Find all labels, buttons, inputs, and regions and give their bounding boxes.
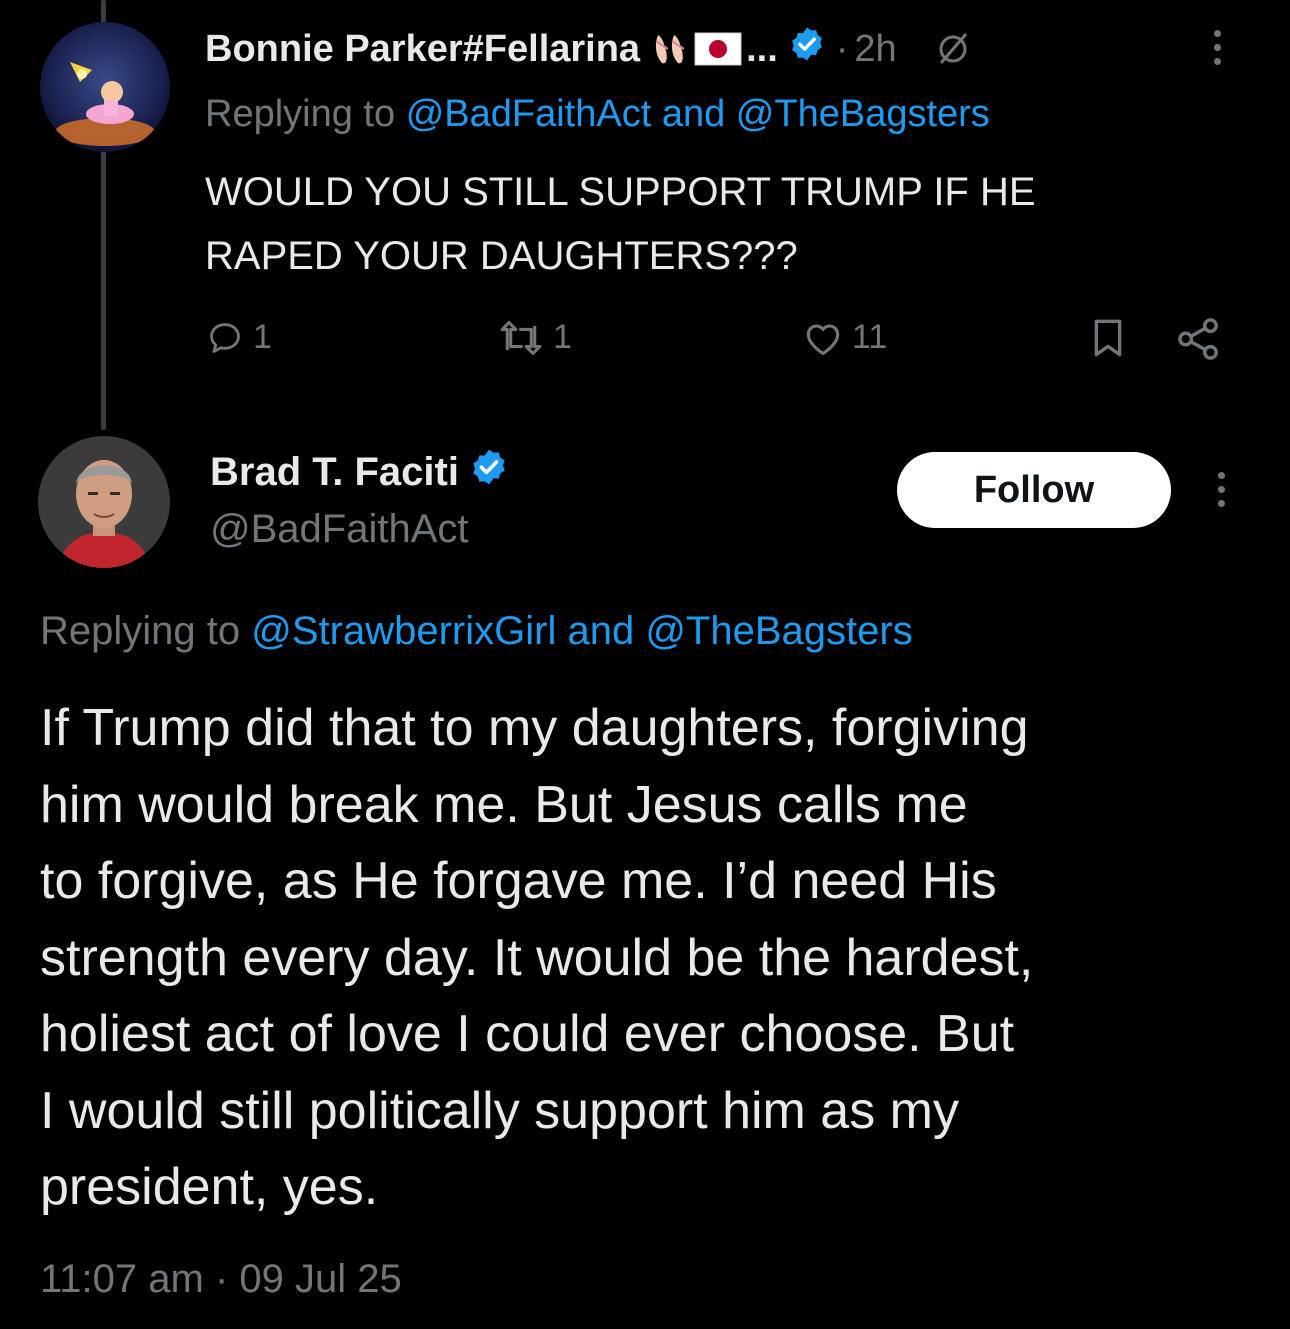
timestamp-separator: · — [214, 1257, 229, 1301]
japan-flag-icon — [694, 32, 742, 66]
text-line: holiest act of love I could ever choose.… — [40, 1005, 1015, 1063]
share-button[interactable] — [1176, 318, 1222, 360]
heart-icon — [806, 323, 840, 355]
repost-icon — [500, 320, 542, 355]
repost-button[interactable]: 1 — [497, 318, 572, 357]
display-name[interactable]: Bonnie Parker#Fellarina — [205, 28, 640, 71]
verified-badge-icon — [469, 447, 509, 497]
repost-count: 1 — [553, 318, 572, 356]
text-line: I would still politically support him as… — [40, 1081, 959, 1140]
time-separator: · — [835, 27, 849, 70]
mention-link[interactable]: @BadFaithAct — [406, 93, 652, 135]
mention-link[interactable]: @TheBagsters — [645, 609, 912, 653]
text-line: WOULD YOU STILL SUPPORT TRUMP IF HE — [205, 170, 1036, 214]
name-emojis — [650, 31, 742, 67]
replying-and: and — [661, 93, 726, 135]
text-line: to forgive, as He forgave me. I’d need H… — [40, 852, 997, 910]
reply-button[interactable]: 1 — [205, 318, 272, 357]
user-handle[interactable]: @BadFaithAct — [210, 504, 469, 554]
reply-tweet-text: WOULD YOU STILL SUPPORT TRUMP IF HE RAPE… — [205, 160, 1036, 288]
reply-icon — [210, 322, 240, 353]
reply-tweet-header: Bonnie Parker#Fellarina ... · 2h — [205, 24, 973, 74]
reply-count: 1 — [253, 318, 272, 356]
bookmark-icon — [1094, 319, 1122, 357]
ballet-shoes-icon — [655, 35, 685, 64]
like-count: 11 — [852, 318, 888, 356]
mention-link[interactable]: @TheBagsters — [736, 93, 990, 135]
tweet-timestamp: 11:07 am · 09 Jul 25 — [40, 1254, 402, 1304]
text-line: him would break me. But Jesus calls me — [40, 775, 968, 834]
avatar[interactable] — [40, 22, 170, 152]
grok-icon[interactable] — [933, 29, 973, 69]
replying-to: Replying to @BadFaithAct and @TheBagster… — [205, 90, 990, 138]
replying-to: Replying to @StrawberrixGirl and @TheBag… — [40, 606, 913, 656]
replying-and: and — [567, 609, 635, 653]
display-name[interactable]: Brad T. Faciti — [210, 450, 459, 495]
like-button[interactable]: 11 — [802, 318, 887, 357]
text-line: If Trump did that to my daughters, forgi… — [40, 699, 1029, 757]
tweet-time[interactable]: 11:07 am — [40, 1257, 204, 1301]
verified-badge-icon — [788, 25, 826, 73]
mention-link[interactable]: @StrawberrixGirl — [251, 609, 556, 653]
avatar[interactable] — [38, 436, 170, 568]
tweet-date[interactable]: 09 Jul 25 — [239, 1257, 401, 1301]
main-tweet-text: If Trump did that to my daughters, forgi… — [40, 690, 1033, 1226]
name-truncation: ... — [746, 27, 778, 70]
share-icon — [1178, 318, 1218, 360]
follow-button[interactable]: Follow — [897, 452, 1171, 528]
replying-prefix: Replying to — [205, 93, 396, 135]
text-line: strength every day. It would be the hard… — [40, 928, 1034, 987]
time-ago[interactable]: 2h — [854, 28, 896, 71]
bookmark-button[interactable] — [1090, 318, 1126, 358]
text-line: president, yes. — [40, 1158, 379, 1216]
more-options-icon[interactable] — [1214, 30, 1221, 65]
replying-prefix: Replying to — [40, 609, 241, 653]
main-tweet-header: Brad T. Faciti — [210, 447, 509, 497]
text-line: RAPED YOUR DAUGHTERS??? — [205, 234, 798, 278]
more-options-icon[interactable] — [1218, 472, 1225, 507]
